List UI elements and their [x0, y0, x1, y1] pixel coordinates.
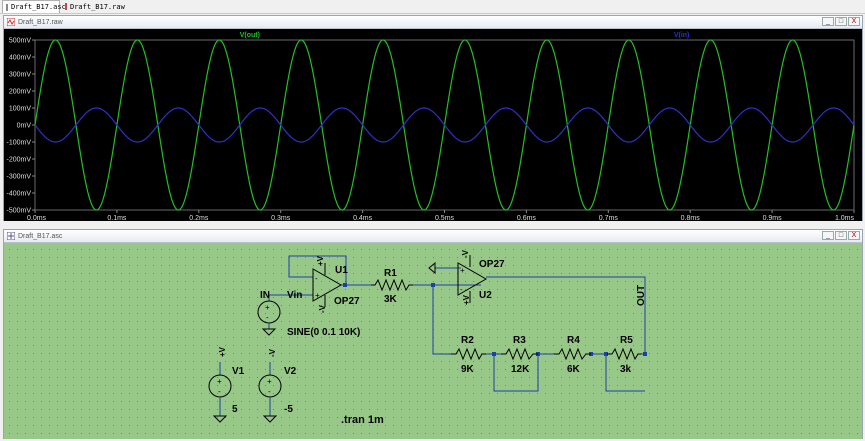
schematic-canvas[interactable]: U1 OP27 - + +V -V OP27 U2 + - -V +V R1 3… — [4, 243, 862, 439]
u2-model: OP27 — [479, 259, 505, 270]
schematic-icon — [7, 232, 15, 240]
v1-value: 5 — [232, 404, 238, 415]
x-tick-label: 0.8ms — [681, 215, 701, 221]
minimize-button[interactable]: _ — [822, 17, 834, 26]
y-tick-label: -100mV — [6, 140, 31, 147]
y-tick-label: 400mV — [9, 55, 32, 62]
waveform-window: Draft_B17.raw _ □ X 500mV 400mV 300mV 200mV… — [3, 15, 863, 221]
x-tick-label: 0.4ms — [353, 215, 373, 221]
r2-value: 9K — [461, 364, 475, 375]
x-tick-label: 0.0ms — [27, 215, 47, 221]
y-tick-label: 200mV — [9, 89, 32, 96]
u2-vminus: -V — [461, 249, 470, 258]
legend-entry[interactable]: V(in) — [674, 32, 690, 39]
u1-vminus: -V — [318, 304, 327, 313]
r1-value: 3K — [384, 294, 398, 305]
x-tick-label: 0.3ms — [271, 215, 291, 221]
r4-ref: R4 — [567, 335, 580, 346]
v1-minus: - — [218, 387, 221, 396]
waveform-window-titlebar[interactable]: Draft_B17.raw _ □ X — [4, 16, 862, 29]
sine-spec: SINE(0 0.1 10K) — [287, 327, 360, 338]
document-tab-bar: Draft_B17.asc Draft_B17.raw — [0, 0, 865, 14]
x-tick-label: 0.1ms — [107, 215, 127, 221]
node — [343, 283, 347, 287]
y-tick-label: 100mV — [9, 106, 32, 113]
y-tick-label: 500mV — [9, 38, 32, 45]
y-tick-label: -500mV — [6, 208, 31, 215]
node — [492, 352, 496, 356]
x-tick-label: 0.5ms — [435, 215, 455, 221]
v2-ref: V2 — [284, 366, 297, 377]
v2-plus: + — [267, 377, 272, 386]
v1-vplus: +V — [218, 346, 227, 357]
y-tick-label: -200mV — [6, 157, 31, 164]
u1-plus: + — [315, 291, 320, 300]
vin-minus: - — [266, 313, 269, 322]
u1-vplus: +V — [316, 255, 325, 266]
node — [643, 352, 647, 356]
vin-plus: + — [265, 303, 270, 312]
v1-plus: + — [217, 377, 222, 386]
u2-ref: U2 — [479, 290, 492, 301]
r2-ref: R2 — [461, 335, 474, 346]
r1-ref: R1 — [384, 268, 397, 279]
r3-value: 12K — [511, 364, 530, 375]
vin-pin-label: Vin — [287, 290, 302, 301]
maximize-button[interactable]: □ — [835, 231, 847, 240]
schematic-file-icon — [6, 3, 8, 11]
waveform-file-icon — [65, 3, 67, 10]
v2-value: -5 — [284, 404, 293, 415]
v2-vminus: -V — [268, 348, 277, 357]
y-tick-label: 300mV — [9, 72, 32, 79]
u2-plus: + — [460, 266, 465, 275]
x-tick-label: 0.7ms — [599, 215, 619, 221]
waveform-plot[interactable]: 500mV 400mV 300mV 200mV 100mV 0mV -100mV -200mV… — [4, 29, 862, 221]
close-button[interactable]: X — [848, 231, 860, 240]
out-net-label: OUT — [636, 285, 647, 306]
tran-directive[interactable]: .tran 1m — [341, 414, 384, 426]
r3-ref: R3 — [513, 335, 526, 346]
minimize-button[interactable]: _ — [822, 231, 834, 240]
schematic-window-titlebar[interactable]: Draft_B17.asc _ □ X — [4, 230, 862, 243]
schematic-window-title: Draft_B17.asc — [18, 232, 63, 240]
waveform-window-title: Draft_B17.raw — [18, 18, 63, 26]
v1-ref: V1 — [232, 366, 245, 377]
legend-entry[interactable]: V(out) — [240, 32, 260, 39]
y-tick-label: -400mV — [6, 191, 31, 198]
u1-ref: U1 — [335, 265, 348, 276]
waveform-icon — [7, 18, 15, 26]
x-tick-label: 0.6ms — [517, 215, 537, 221]
u1-model: OP27 — [334, 296, 360, 307]
tab-waveform-label: Draft_B17.raw — [70, 2, 125, 11]
node — [431, 283, 435, 287]
r4-value: 6K — [567, 364, 581, 375]
r5-value: 3k — [620, 364, 632, 375]
u2-minus: - — [460, 285, 463, 294]
schematic-window: Draft_B17.asc _ □ X U1 OP27 - + +V -V OP… — [3, 229, 863, 439]
v2-minus: - — [268, 387, 271, 396]
tab-schematic-label: Draft_B17.asc — [11, 3, 66, 11]
x-tick-label: 0.9ms — [763, 215, 783, 221]
x-tick-label: 0.2ms — [189, 215, 209, 221]
x-tick-label: 1.0ms — [835, 215, 855, 221]
u1-minus: - — [315, 274, 318, 283]
tab-schematic[interactable]: Draft_B17.asc — [2, 0, 66, 13]
in-net-label: IN — [260, 290, 270, 301]
u2-vplus: +V — [462, 294, 471, 305]
tab-waveform[interactable]: Draft_B17.raw — [62, 0, 125, 13]
y-tick-label: 0mV — [17, 123, 32, 130]
close-button[interactable]: X — [848, 17, 860, 26]
y-tick-label: -300mV — [6, 174, 31, 181]
maximize-button[interactable]: □ — [835, 17, 847, 26]
r5-ref: R5 — [620, 335, 633, 346]
